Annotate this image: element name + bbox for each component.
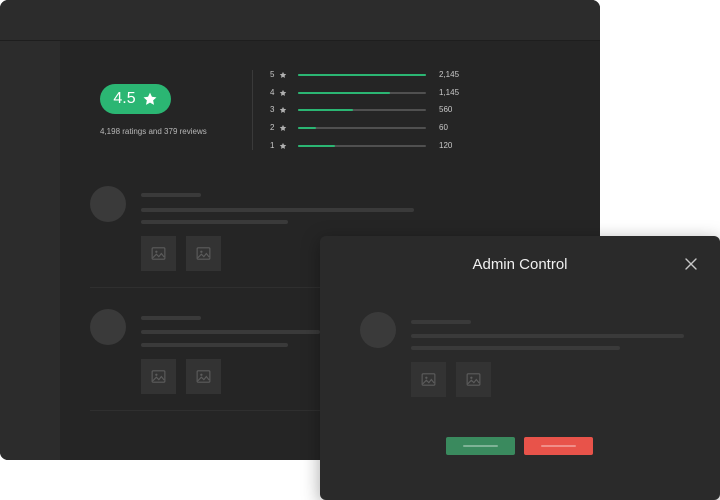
divider [252, 70, 253, 150]
distribution-count: 560 [439, 105, 453, 114]
distribution-stars: 2 [270, 123, 275, 132]
star-icon [279, 71, 287, 78]
review-image-thumbnail[interactable] [141, 359, 176, 394]
rating-summary: 4,198 ratings and 379 reviews [100, 127, 207, 136]
distribution-stars: 3 [270, 105, 275, 114]
distribution-count: 1,145 [439, 88, 460, 97]
distribution-row-3: 3 560 [270, 104, 470, 116]
sidebar [0, 41, 60, 460]
review-image-thumbnail[interactable] [186, 359, 221, 394]
distribution-bar-fill [298, 145, 336, 147]
button-label-placeholder [463, 445, 498, 447]
close-button[interactable] [684, 257, 698, 271]
divider [90, 287, 320, 288]
distribution-count: 120 [439, 141, 453, 150]
distribution-bar-fill [298, 109, 354, 111]
distribution-count: 2,145 [439, 70, 460, 79]
placeholder-line [141, 343, 288, 347]
placeholder-line [141, 330, 320, 334]
placeholder-line [411, 346, 620, 350]
distribution-bar-fill [298, 92, 391, 94]
image-icon [421, 373, 436, 386]
rating-score: 4.5 [113, 90, 136, 107]
placeholder-line [141, 193, 201, 197]
distribution-bar [298, 127, 426, 129]
distribution-row-5: 5 2,145 [270, 69, 470, 81]
star-icon [279, 106, 287, 113]
distribution-row-4: 4 1,145 [270, 87, 470, 99]
close-icon [685, 258, 697, 270]
placeholder-line [141, 220, 288, 224]
placeholder-line [141, 208, 414, 212]
image-icon [466, 373, 481, 386]
distribution-row-2: 2 60 [270, 122, 470, 134]
distribution-bar [298, 74, 426, 76]
reject-button[interactable] [524, 437, 593, 455]
top-bar [0, 0, 600, 41]
avatar [90, 186, 126, 222]
distribution-stars: 5 [270, 70, 275, 79]
distribution-bar [298, 145, 426, 147]
placeholder-line [141, 316, 201, 320]
review-image-thumbnail[interactable] [411, 362, 446, 397]
image-icon [151, 247, 166, 260]
admin-control-modal: Admin Control [320, 236, 720, 500]
distribution-stars: 1 [270, 141, 275, 150]
review-image-thumbnail[interactable] [456, 362, 491, 397]
button-label-placeholder [541, 445, 576, 447]
rating-badge: 4.5 [100, 84, 171, 114]
approve-button[interactable] [446, 437, 515, 455]
distribution-bar [298, 92, 426, 94]
review-image-thumbnail[interactable] [141, 236, 176, 271]
star-icon [279, 124, 287, 131]
star-icon [279, 142, 287, 149]
avatar [360, 312, 396, 348]
image-icon [196, 247, 211, 260]
distribution-bar-fill [298, 74, 426, 76]
distribution-bar-fill [298, 127, 316, 129]
placeholder-line [411, 320, 471, 324]
divider [90, 410, 320, 411]
distribution-stars: 4 [270, 88, 275, 97]
avatar [90, 309, 126, 345]
distribution-bar [298, 109, 426, 111]
modal-title: Admin Control [472, 256, 568, 273]
distribution-count: 60 [439, 123, 448, 132]
star-icon [279, 89, 287, 96]
image-icon [196, 370, 211, 383]
placeholder-line [411, 334, 684, 338]
distribution-row-1: 1 120 [270, 140, 470, 152]
image-icon [151, 370, 166, 383]
star-icon [143, 92, 157, 105]
review-image-thumbnail[interactable] [186, 236, 221, 271]
